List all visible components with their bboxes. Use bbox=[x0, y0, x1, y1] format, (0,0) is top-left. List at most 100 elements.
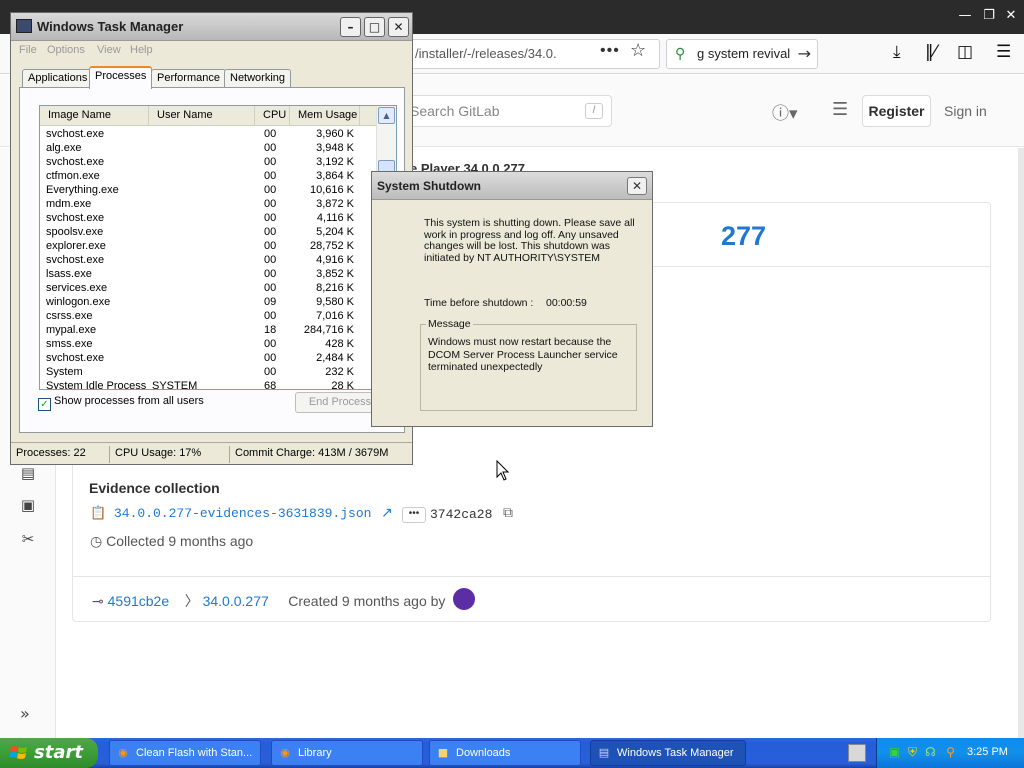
tag-link[interactable]: 34.0.0.277 bbox=[203, 593, 269, 609]
evidence-file-name[interactable]: 34.0.0.277-evidences-3631839.json bbox=[114, 506, 371, 521]
firefox-icon: ◉ bbox=[280, 746, 290, 759]
show-all-processes-checkbox[interactable]: ✓ Show processes from all users bbox=[38, 395, 204, 411]
minimize-button[interactable]: – bbox=[340, 17, 361, 37]
process-list-header: Image Name User Name CPU Mem Usage bbox=[40, 106, 376, 126]
taskbar-task-downloads[interactable]: ■ Downloads bbox=[429, 740, 581, 766]
browser-restore-button[interactable]: ❐ bbox=[979, 6, 999, 26]
tag-icon: 〉 bbox=[184, 594, 199, 610]
sidebar-icon[interactable]: ◫ bbox=[957, 42, 973, 62]
search-engine-icon: ⚲ bbox=[675, 46, 686, 62]
evidence-more-button[interactable]: ••• bbox=[402, 507, 426, 523]
network-status-icon[interactable]: ▣ bbox=[887, 745, 902, 760]
start-button[interactable]: start bbox=[0, 738, 98, 768]
sign-in-link[interactable]: Sign in bbox=[944, 103, 987, 119]
search-icon[interactable]: ⚲ bbox=[943, 745, 958, 760]
task-manager-titlebar[interactable]: Windows Task Manager – □ ✕ bbox=[11, 13, 412, 41]
table-row[interactable]: Everything.exe 00 10,616 K bbox=[40, 183, 376, 197]
process-mem: 5,204 K bbox=[316, 226, 354, 238]
table-row[interactable]: winlogon.exe 09 9,580 K bbox=[40, 295, 376, 309]
copy-icon[interactable]: ⧉ bbox=[503, 505, 513, 521]
help-icon[interactable]: ⓘ▾ bbox=[772, 99, 798, 124]
menu-file[interactable]: File bbox=[19, 44, 37, 56]
external-link-icon[interactable]: ↗ bbox=[381, 505, 393, 521]
table-row[interactable]: System Idle Process SYSTEM 68 28 K bbox=[40, 379, 376, 389]
register-button[interactable]: Register bbox=[862, 95, 931, 127]
table-row[interactable]: mdm.exe 00 3,872 K bbox=[40, 197, 376, 211]
gitlab-search-input[interactable]: Search GitLab / bbox=[395, 95, 612, 127]
avatar[interactable] bbox=[453, 588, 475, 610]
bookmark-star-icon[interactable]: ☆ bbox=[630, 40, 646, 61]
tab-applications[interactable]: Applications bbox=[22, 69, 94, 88]
taskbar-task-library[interactable]: ◉ Library bbox=[271, 740, 423, 766]
shutdown-titlebar[interactable]: System Shutdown ✕ bbox=[372, 172, 652, 200]
release-version-heading[interactable]: 277 bbox=[721, 221, 766, 252]
table-row[interactable]: csrss.exe 00 7,016 K bbox=[40, 309, 376, 323]
process-list[interactable]: Image Name User Name CPU Mem Usage svcho… bbox=[39, 105, 397, 390]
gitlab-search-placeholder: Search GitLab bbox=[410, 103, 500, 119]
task-label: Windows Task Manager bbox=[617, 747, 734, 759]
maximize-button[interactable]: □ bbox=[364, 17, 385, 37]
column-mem-usage[interactable]: Mem Usage bbox=[290, 106, 360, 126]
collapse-sidebar-icon[interactable]: » bbox=[20, 704, 30, 723]
table-row[interactable]: svchost.exe 00 3,192 K bbox=[40, 155, 376, 169]
table-row[interactable]: explorer.exe 00 28,752 K bbox=[40, 239, 376, 253]
snippets-scissors-icon[interactable]: ✂ bbox=[18, 530, 38, 550]
column-image-name[interactable]: Image Name bbox=[40, 106, 149, 126]
process-mem: 4,916 K bbox=[316, 254, 354, 266]
gitlab-menu-icon[interactable]: ☰ bbox=[832, 99, 848, 120]
table-row[interactable]: svchost.exe 00 4,116 K bbox=[40, 211, 376, 225]
table-row[interactable]: lsass.exe 00 3,852 K bbox=[40, 267, 376, 281]
close-button[interactable]: ✕ bbox=[388, 17, 409, 37]
hamburger-menu-icon[interactable]: ☰ bbox=[996, 42, 1011, 62]
usb-icon[interactable]: ☊ bbox=[923, 745, 938, 760]
process-name: csrss.exe bbox=[46, 310, 93, 322]
process-cpu: 00 bbox=[264, 170, 277, 182]
taskbar-task-clean-flash[interactable]: ◉ Clean Flash with Stan... bbox=[109, 740, 261, 766]
scroll-up-arrow-icon[interactable]: ▲ bbox=[378, 107, 395, 124]
table-row[interactable]: services.exe 00 8,216 K bbox=[40, 281, 376, 295]
commit-link[interactable]: 4591cb2e bbox=[108, 593, 170, 609]
evidence-file-link[interactable]: 📋 34.0.0.277-evidences-3631839.json bbox=[90, 506, 371, 521]
table-row[interactable]: mypal.exe 18 284,716 K bbox=[40, 323, 376, 337]
process-mem: 3,948 K bbox=[316, 142, 354, 154]
library-icon[interactable]: ‖⁄ bbox=[925, 42, 936, 62]
menu-options[interactable]: Options bbox=[47, 44, 85, 56]
tab-performance[interactable]: Performance bbox=[151, 69, 226, 88]
process-mem: 28,752 K bbox=[309, 240, 354, 252]
page-scrollbar[interactable] bbox=[1018, 148, 1024, 738]
checkbox-checked-icon[interactable]: ✓ bbox=[38, 398, 51, 411]
task-manager-menubar: File Options View Help bbox=[11, 41, 412, 61]
tab-networking[interactable]: Networking bbox=[224, 69, 292, 88]
process-name: System bbox=[46, 366, 83, 378]
analytics-icon[interactable]: ▤ bbox=[18, 464, 38, 484]
column-user-name[interactable]: User Name bbox=[149, 106, 255, 126]
table-row[interactable]: ctfmon.exe 00 3,864 K bbox=[40, 169, 376, 183]
tab-processes[interactable]: Processes bbox=[89, 66, 153, 89]
table-row[interactable]: alg.exe 00 3,948 K bbox=[40, 141, 376, 155]
table-row[interactable]: svchost.exe 00 2,484 K bbox=[40, 351, 376, 365]
download-icon[interactable]: ⤓ bbox=[893, 42, 901, 62]
table-row[interactable]: svchost.exe 00 3,960 K bbox=[40, 127, 376, 141]
created-text: Created 9 months ago by bbox=[288, 593, 446, 609]
table-row[interactable]: smss.exe 00 428 K bbox=[40, 337, 376, 351]
wiki-book-icon[interactable]: ▣ bbox=[18, 496, 38, 516]
table-row[interactable]: svchost.exe 00 4,916 K bbox=[40, 253, 376, 267]
process-cpu: 00 bbox=[264, 240, 277, 252]
keyboard-icon[interactable] bbox=[848, 744, 866, 762]
menu-help[interactable]: Help bbox=[130, 44, 153, 56]
taskbar-task-task-manager[interactable]: ▤ Windows Task Manager bbox=[590, 740, 746, 766]
security-shield-icon[interactable]: ⛨ bbox=[905, 745, 920, 760]
clock[interactable]: 3:25 PM bbox=[967, 746, 1008, 758]
browser-minimize-button[interactable]: — bbox=[955, 6, 975, 26]
shutdown-close-button[interactable]: ✕ bbox=[627, 177, 647, 195]
menu-view[interactable]: View bbox=[97, 44, 121, 56]
search-go-icon[interactable]: → bbox=[798, 40, 811, 68]
page-actions-icon[interactable]: ••• bbox=[600, 42, 620, 60]
column-cpu[interactable]: CPU bbox=[255, 106, 290, 126]
browser-search-box[interactable]: ⚲ g system revival → bbox=[666, 39, 818, 69]
browser-close-button[interactable]: ✕ bbox=[1001, 6, 1021, 26]
evidence-hash: 3742ca28 bbox=[430, 507, 493, 522]
table-row[interactable]: System 00 232 K bbox=[40, 365, 376, 379]
evidence-collection-title: Evidence collection bbox=[89, 480, 220, 496]
table-row[interactable]: spoolsv.exe 00 5,204 K bbox=[40, 225, 376, 239]
